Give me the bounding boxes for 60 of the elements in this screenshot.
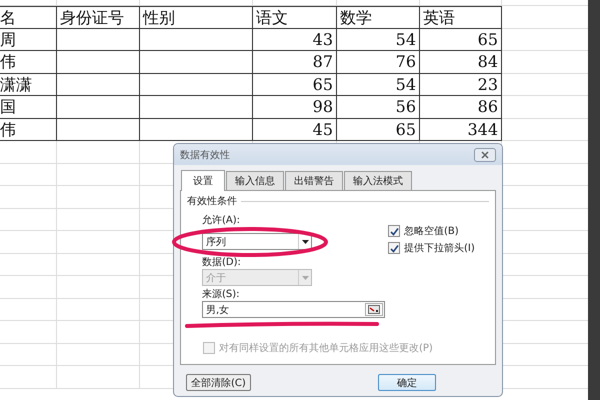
- table-cell: 43: [312, 30, 333, 48]
- table-cell: 86: [478, 97, 498, 116]
- grid-cell: [0, 321, 57, 344]
- column-header: 性别: [143, 8, 175, 27]
- grid-cell: [0, 164, 57, 186]
- group-title: 有效性条件: [187, 194, 237, 208]
- tab[interactable]: 设置: [181, 170, 225, 191]
- source-field[interactable]: 男,女: [202, 301, 385, 318]
- ok-button[interactable]: 确定: [378, 374, 436, 391]
- grid-cell: [0, 298, 57, 321]
- grid-cell: [0, 186, 57, 208]
- table-cell: 87: [312, 52, 333, 71]
- table-cell: 65: [396, 120, 416, 138]
- checkbox[interactable]: [388, 242, 400, 254]
- grid-cell: [0, 208, 57, 231]
- field-label: 数据(D):: [202, 256, 241, 269]
- dialog-title: 数据有效性: [180, 148, 230, 162]
- table-cell: 98: [312, 97, 333, 116]
- checkbox[interactable]: [388, 225, 400, 237]
- caret-icon: [302, 276, 308, 280]
- grid-cell: [0, 254, 57, 276]
- table-cell: 伟: [0, 52, 16, 71]
- grid-cell: [0, 231, 57, 254]
- table-cell: 344: [467, 120, 498, 138]
- table-cell: 伟: [0, 120, 16, 138]
- grid-cell: [0, 344, 57, 366]
- column-header: 语文: [256, 8, 288, 27]
- column-header: 身份证号: [60, 8, 124, 27]
- table-cell: 56: [396, 97, 416, 116]
- close-button[interactable]: [474, 148, 496, 162]
- range-picker-icon[interactable]: [365, 303, 383, 316]
- table-cell: 潇潇: [0, 74, 32, 94]
- table-cell: 65: [478, 30, 498, 48]
- caret-icon: [302, 240, 308, 244]
- field-label: 允许(A):: [202, 214, 240, 227]
- checkbox-label: 提供下拉箭头(I): [404, 242, 475, 255]
- table-cell: 84: [478, 52, 498, 71]
- field-label: 来源(S):: [202, 288, 240, 301]
- table-cell: 周: [0, 30, 16, 48]
- tab[interactable]: 出错警告: [285, 171, 343, 190]
- table-cell: 45: [312, 120, 333, 138]
- grid-cell: [0, 276, 57, 298]
- close-icon: [480, 150, 490, 158]
- allow-dropdown[interactable]: 序列: [202, 233, 312, 250]
- tab[interactable]: 输入信息: [226, 171, 284, 190]
- column-header: 英语: [423, 8, 455, 27]
- column-header: 数学: [340, 8, 372, 27]
- table-cell: 65: [312, 74, 333, 94]
- checkbox-label: 忽略空值(B): [404, 224, 459, 238]
- table-cell: 54: [396, 30, 416, 48]
- grid-cell: [0, 366, 57, 388]
- clear-all-button[interactable]: 全部清除(C): [186, 374, 251, 391]
- column-header: 名: [0, 8, 16, 27]
- table-cell: 54: [396, 74, 416, 94]
- table-cell: 国: [0, 97, 16, 116]
- table-cell: 23: [478, 74, 498, 94]
- tab[interactable]: 输入法模式: [344, 171, 412, 190]
- checkbox-label: 对有同样设置的所有其他单元格应用这些更改(P): [219, 342, 433, 355]
- table-cell: 76: [396, 52, 416, 71]
- grid-cell: [0, 141, 57, 164]
